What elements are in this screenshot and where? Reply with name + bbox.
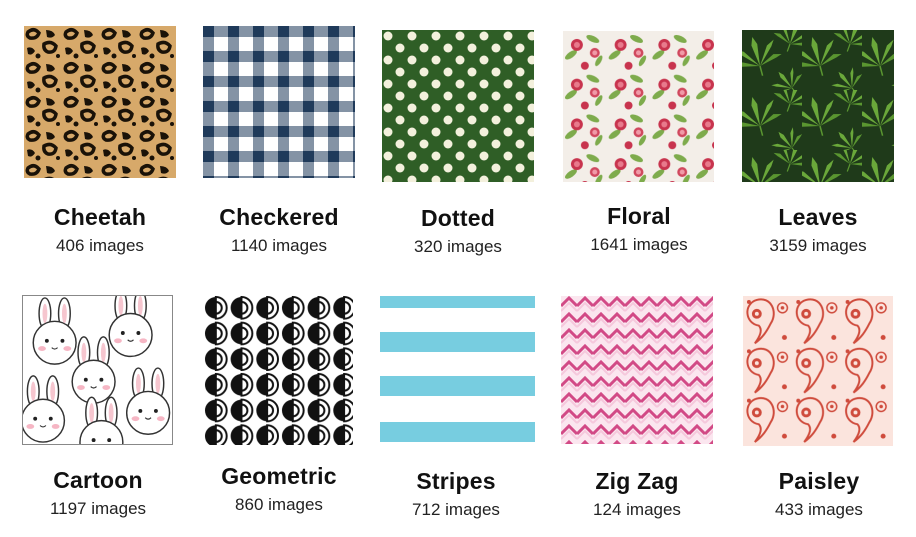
- zigzag-pattern-image: [561, 296, 713, 444]
- cheetah-pattern-image: [24, 26, 176, 178]
- image-count: 406 images: [56, 236, 144, 255]
- image-count: 1197 images: [49, 499, 147, 518]
- leaves-pattern-image: [742, 30, 894, 182]
- pattern-name: Dotted: [420, 205, 496, 231]
- image-count: 1641 images: [590, 235, 688, 254]
- paisley-pattern-image: [743, 296, 893, 446]
- image-count: 860 images: [235, 495, 323, 514]
- image-count: 124 images: [593, 500, 681, 519]
- pattern-name: Cheetah: [53, 204, 147, 230]
- pattern-name: Checkered: [219, 204, 339, 230]
- image-count: 320 images: [414, 237, 502, 256]
- cartoon-pattern-image: [22, 295, 173, 445]
- geometric-pattern-image: [203, 295, 353, 445]
- pattern-name: Zig Zag: [595, 468, 679, 494]
- pattern-name: Stripes: [416, 468, 496, 494]
- pattern-name: Cartoon: [53, 467, 143, 493]
- image-count: 1140 images: [230, 236, 328, 255]
- checkered-pattern-image: [203, 26, 355, 178]
- image-count: 712 images: [412, 500, 500, 519]
- pattern-name: Geometric: [221, 463, 337, 489]
- dotted-pattern-image: [382, 30, 534, 182]
- pattern-name: Floral: [607, 203, 671, 229]
- pattern-name: Paisley: [778, 468, 860, 494]
- image-count: 3159 images: [769, 236, 867, 255]
- floral-pattern-image: [563, 31, 714, 182]
- pattern-name: Leaves: [778, 204, 858, 230]
- stripes-pattern-image: [380, 296, 535, 444]
- image-count: 433 images: [775, 500, 863, 519]
